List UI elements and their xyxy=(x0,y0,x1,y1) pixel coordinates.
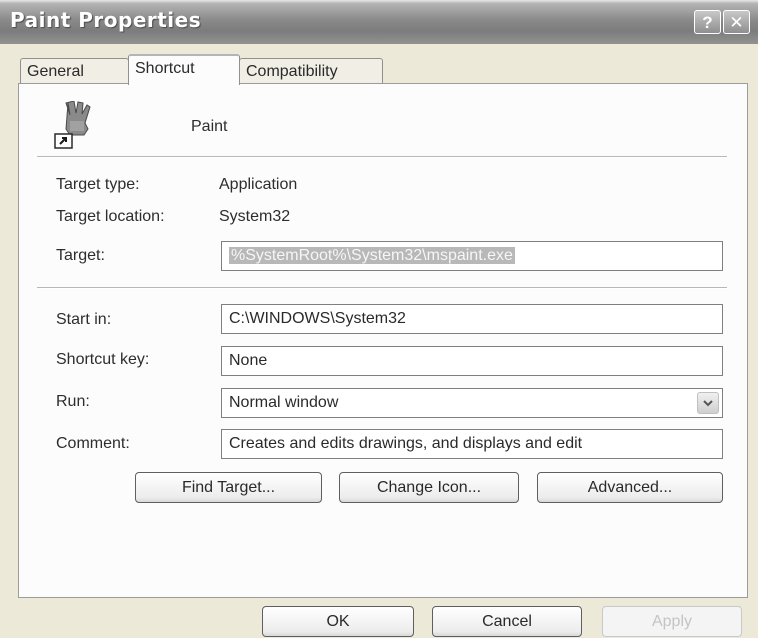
tab-strip: General Shortcut Compatibility xyxy=(20,54,750,85)
target-location-label: Target location: xyxy=(56,208,165,225)
app-name: Paint xyxy=(191,118,228,135)
tab-shortcut[interactable]: Shortcut xyxy=(128,54,240,85)
comment-input[interactable]: Creates and edits drawings, and displays… xyxy=(221,429,723,459)
title-bar[interactable]: Paint Properties ? ✕ xyxy=(0,0,758,44)
chevron-down-icon[interactable] xyxy=(697,392,719,414)
cancel-button[interactable]: Cancel xyxy=(432,606,582,637)
ok-button[interactable]: OK xyxy=(262,606,414,637)
find-target-button[interactable]: Find Target... xyxy=(135,472,322,503)
start-in-label: Start in: xyxy=(56,311,112,328)
divider-top xyxy=(37,156,727,158)
start-in-input[interactable]: C:\WINDOWS\System32 xyxy=(221,304,723,334)
target-input-value: %SystemRoot%\System32\mspaint.exe xyxy=(229,247,515,264)
close-button[interactable]: ✕ xyxy=(723,10,750,34)
run-select[interactable]: Normal window xyxy=(221,388,723,418)
target-input[interactable]: %SystemRoot%\System32\mspaint.exe xyxy=(221,241,723,271)
target-type-label: Target type: xyxy=(56,176,140,193)
shortcut-key-input[interactable]: None xyxy=(221,346,723,376)
target-label: Target: xyxy=(56,247,105,264)
run-select-value: Normal window xyxy=(229,394,339,411)
apply-button[interactable]: Apply xyxy=(602,606,742,637)
help-button[interactable]: ? xyxy=(694,10,721,34)
shortcut-key-label: Shortcut key: xyxy=(56,351,150,368)
run-label: Run: xyxy=(56,393,90,410)
paint-brush-icon xyxy=(54,100,104,151)
advanced-button[interactable]: Advanced... xyxy=(537,472,723,503)
divider-middle xyxy=(37,287,727,289)
properties-dialog: Paint Properties ? ✕ General Shortcut Co… xyxy=(0,0,758,638)
shortcut-panel: Paint Target type: Application Target lo… xyxy=(18,83,748,598)
comment-label: Comment: xyxy=(56,435,130,452)
window-title: Paint Properties xyxy=(10,8,202,32)
target-type-value: Application xyxy=(219,176,298,193)
tab-general[interactable]: General xyxy=(20,58,129,84)
change-icon-button[interactable]: Change Icon... xyxy=(339,472,519,503)
target-location-value: System32 xyxy=(219,208,291,225)
tab-compatibility[interactable]: Compatibility xyxy=(239,58,383,84)
